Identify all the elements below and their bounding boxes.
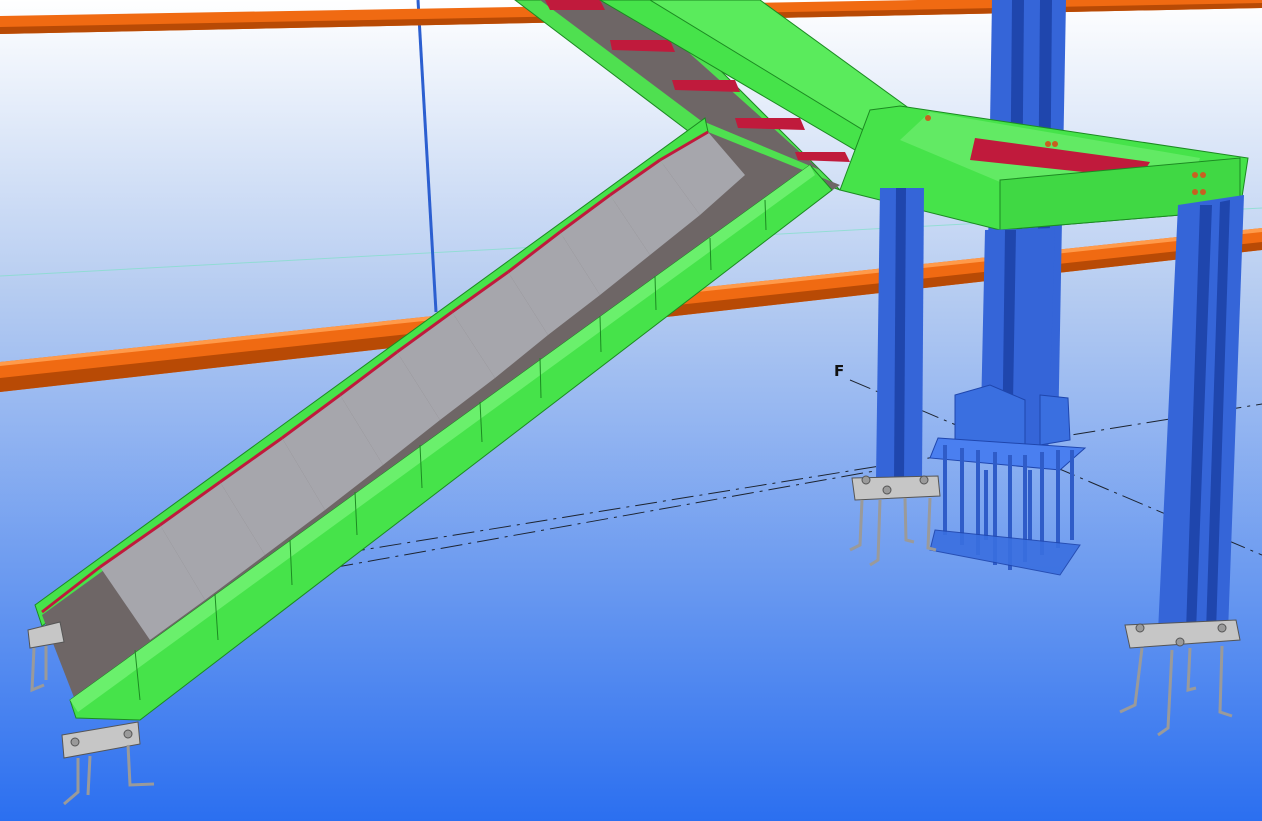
steel-column-left[interactable] [876,188,924,480]
grid-label: F [834,362,844,380]
3d-model-viewport[interactable]: F [0,0,1262,821]
viewport-background [0,0,1262,821]
